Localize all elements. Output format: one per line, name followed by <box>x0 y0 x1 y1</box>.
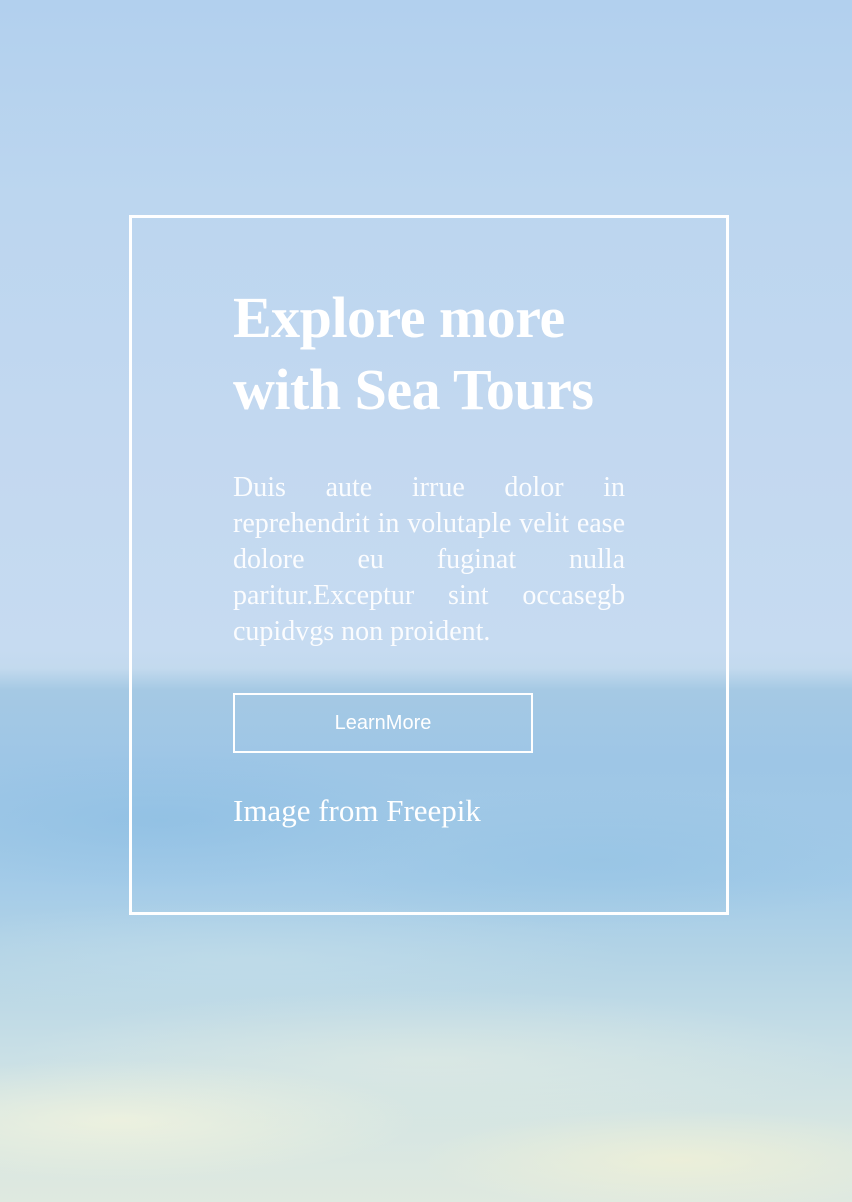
learn-more-button[interactable]: LearnMore <box>233 693 533 753</box>
hero-description: Duis aute irrue dolor in reprehendrit in… <box>233 472 625 647</box>
image-credit: Image from Freepik <box>233 793 481 828</box>
hero-title: Explore more with Sea Tours <box>233 285 594 422</box>
hero-content: Explore more with Sea Tours Duis aute ir… <box>233 282 625 831</box>
